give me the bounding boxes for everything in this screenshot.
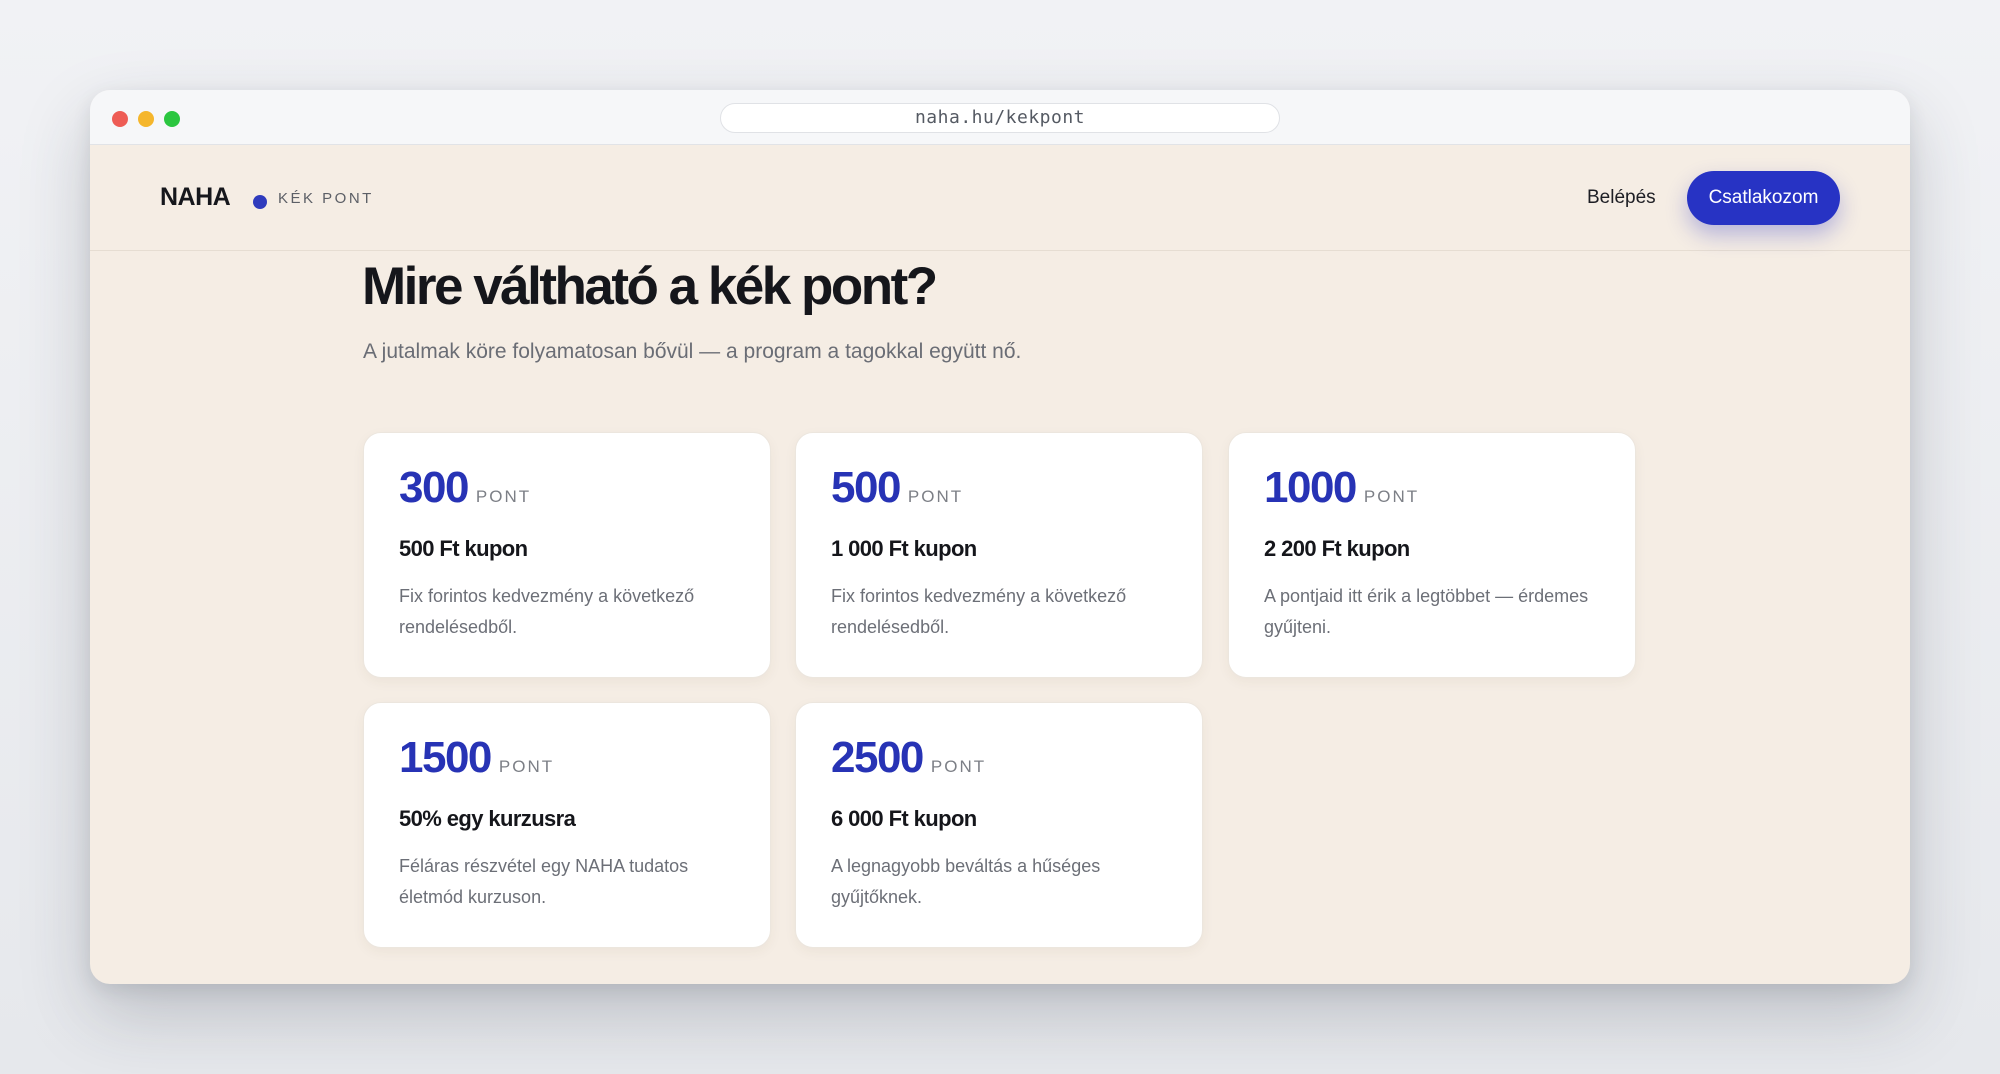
reward-card: 500 PONT 1 000 Ft kupon Fix forintos kedv… — [795, 432, 1203, 678]
browser-window: naha.hu/kekpont NAHA KÉK PONT Belépés Cs… — [90, 90, 1910, 984]
site-header: NAHA KÉK PONT Belépés Csatlakozom — [90, 145, 1910, 251]
reward-title: 1 000 Ft kupon — [831, 536, 977, 561]
points-unit: PONT — [475, 487, 532, 506]
login-link[interactable]: Belépés — [1587, 187, 1656, 209]
brand-logo[interactable]: NAHA — [160, 183, 231, 212]
points-unit: PONT — [907, 487, 964, 506]
reward-title: 50% egy kurzusra — [399, 806, 576, 831]
reward-description: Féláras részvétel egy NAHA tudatos életm… — [399, 856, 689, 907]
reward-title: 500 Ft kupon — [399, 536, 528, 561]
page-subtitle: A jutalmak köre folyamatosan bővül — a p… — [363, 340, 1022, 363]
minimize-window-icon[interactable] — [138, 111, 154, 127]
points-value: 300 PONT — [399, 463, 531, 513]
reward-card: 1500 PONT 50% egy kurzusra Féláras részvé… — [363, 702, 771, 948]
browser-titlebar: naha.hu/kekpont — [90, 90, 1910, 145]
page-title: Mire váltható a kék pont? — [362, 257, 938, 316]
join-button[interactable]: Csatlakozom — [1687, 171, 1840, 225]
close-window-icon[interactable] — [112, 111, 128, 127]
reward-title: 2 200 Ft kupon — [1264, 536, 1410, 561]
points-unit: PONT — [930, 757, 987, 776]
reward-description: A legnagyobb beváltás a hűséges gyűjtőkn… — [831, 856, 1101, 907]
brand-subtitle: KÉK PONT — [278, 190, 374, 207]
reward-card: 300 PONT 500 Ft kupon Fix forintos kedvez… — [363, 432, 771, 678]
points-number: 2500 — [831, 733, 924, 782]
brand-dot-icon — [253, 195, 267, 209]
points-value: 1500 PONT — [399, 733, 554, 783]
points-value: 1000 PONT — [1264, 463, 1419, 513]
reward-card: 2500 PONT 6 000 Ft kupon A legnagyobb bev… — [795, 702, 1203, 948]
points-number: 300 — [399, 463, 469, 512]
address-bar[interactable]: naha.hu/kekpont — [720, 103, 1280, 133]
points-unit: PONT — [1363, 487, 1420, 506]
reward-description: Fix forintos kedvezmény a következő rend… — [831, 586, 1127, 637]
points-number: 500 — [831, 463, 901, 512]
points-value: 500 PONT — [831, 463, 963, 513]
points-value: 2500 PONT — [831, 733, 986, 783]
points-number: 1500 — [399, 733, 492, 782]
maximize-window-icon[interactable] — [164, 111, 180, 127]
points-unit: PONT — [498, 757, 555, 776]
reward-card: 1000 PONT 2 200 Ft kupon A pontjaid itt é… — [1228, 432, 1636, 678]
reward-description: Fix forintos kedvezmény a következő rend… — [399, 586, 695, 637]
reward-title: 6 000 Ft kupon — [831, 806, 977, 831]
reward-description: A pontjaid itt érik a legtöbbet — érdeme… — [1264, 586, 1589, 637]
points-number: 1000 — [1264, 463, 1357, 512]
